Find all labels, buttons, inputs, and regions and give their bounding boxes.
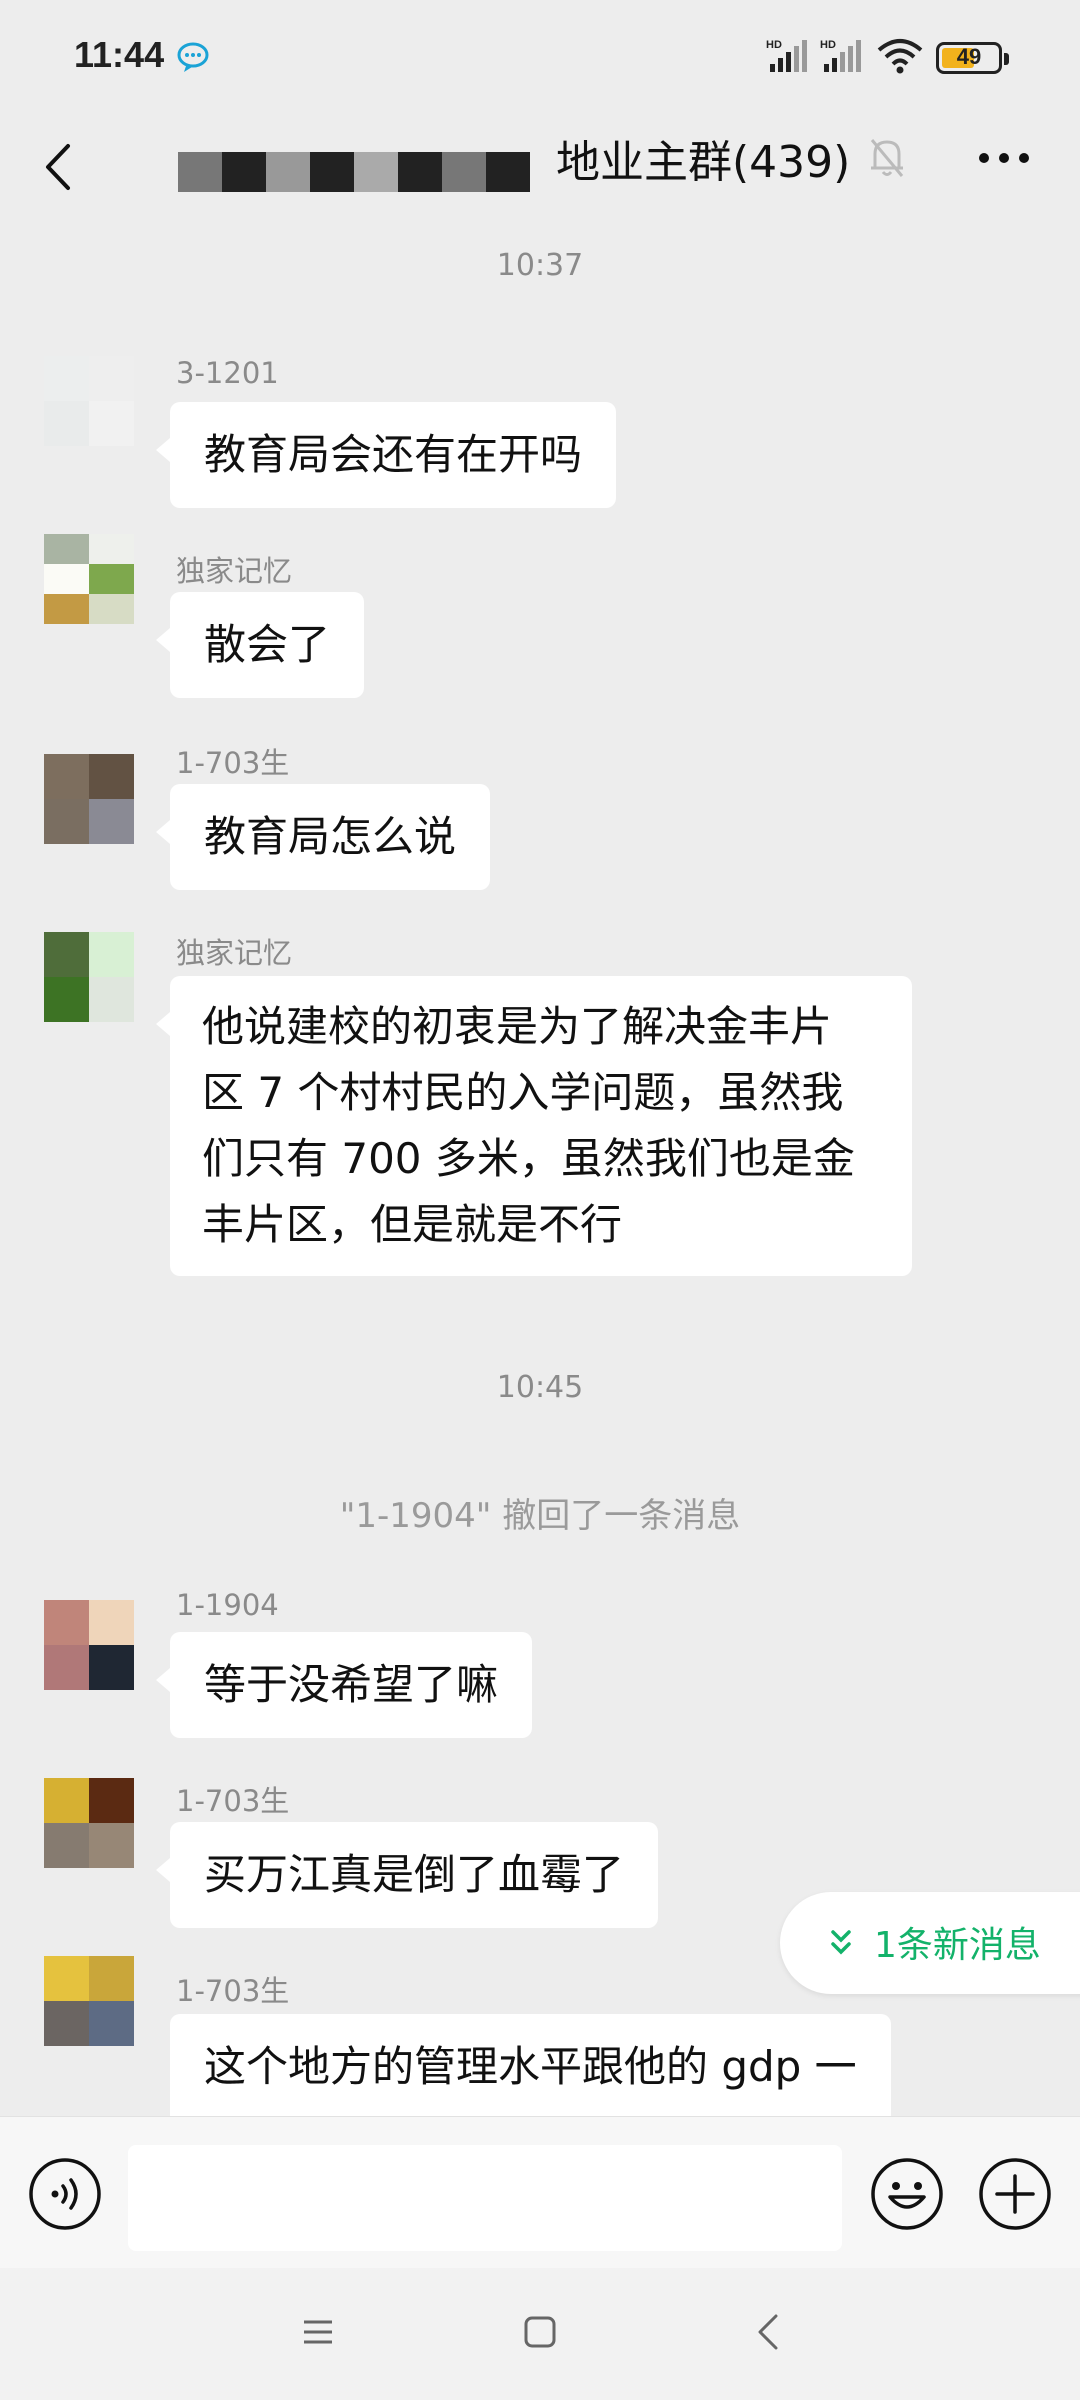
nav-back-button[interactable] bbox=[752, 2312, 788, 2352]
message-bubble[interactable]: 教育局怎么说 bbox=[155, 784, 491, 890]
avatar[interactable] bbox=[44, 754, 134, 844]
recall-notice: "1-1904" 撤回了一条消息 bbox=[339, 1496, 741, 1536]
message-bubble[interactable]: 他说建校的初衷是为了解决金丰片 区 7 个村村民的入学问题，虽然我 们只有 70… bbox=[156, 976, 912, 1276]
redacted-title-block bbox=[178, 138, 530, 196]
mute-bell-icon bbox=[870, 139, 904, 177]
home-button[interactable] bbox=[522, 2314, 558, 2350]
avatar[interactable] bbox=[44, 1956, 134, 2046]
message-line: 区 7 个村村民的入学问题，虽然我 bbox=[202, 1068, 844, 1117]
svg-text:HD: HD bbox=[820, 39, 836, 51]
sender-name: 独家记忆 bbox=[176, 554, 293, 588]
sender-name: 1-1904 bbox=[176, 1588, 279, 1622]
message-input[interactable] bbox=[128, 2145, 842, 2251]
recent-apps-button[interactable] bbox=[300, 2314, 336, 2350]
sender-name: 独家记忆 bbox=[176, 936, 293, 970]
battery-level: 49 bbox=[956, 44, 982, 69]
message-bubble[interactable]: 教育局会还有在开吗 bbox=[155, 402, 617, 508]
timestamp: 10:45 bbox=[496, 1370, 584, 1405]
message-bubble[interactable]: 等于没希望了嘛 bbox=[155, 1632, 533, 1738]
avatar[interactable] bbox=[44, 534, 134, 624]
signal-icon-2: HD bbox=[820, 39, 861, 72]
chat-notification-icon bbox=[177, 42, 209, 72]
sender-name: 1-703生 bbox=[176, 746, 290, 780]
signal-icon: HD bbox=[766, 39, 807, 72]
new-message-pill[interactable]: 1条新消息 bbox=[780, 1892, 1080, 1994]
chat-title: 地业主群(439) bbox=[556, 137, 851, 188]
avatar[interactable] bbox=[44, 1600, 134, 1690]
add-attachment-button[interactable] bbox=[978, 2157, 1052, 2231]
new-message-label: 1条新消息 bbox=[874, 1925, 1041, 1966]
avatar[interactable] bbox=[44, 1778, 134, 1868]
message-line: 们只有 700 多米，虽然我们也是金 bbox=[202, 1134, 855, 1183]
timestamp: 10:37 bbox=[496, 248, 584, 283]
chat-header: 地业主群(439) bbox=[0, 118, 1080, 218]
input-bar bbox=[0, 2116, 1080, 2268]
status-time: 11:44 bbox=[74, 34, 165, 75]
message-line: 丰片区，但是就是不行 bbox=[202, 1200, 623, 1249]
avatar[interactable] bbox=[44, 356, 134, 446]
double-chevron-down-icon bbox=[831, 1930, 851, 1955]
more-options-button[interactable] bbox=[976, 148, 1032, 168]
voice-input-button[interactable] bbox=[28, 2157, 102, 2231]
system-nav-bar bbox=[0, 2268, 1080, 2400]
svg-text:HD: HD bbox=[766, 39, 782, 51]
sender-name: 1-703生 bbox=[176, 1784, 290, 1818]
back-button[interactable] bbox=[38, 132, 98, 202]
status-bar: 11:44 HD HD 49 bbox=[0, 0, 1080, 118]
message-bubble[interactable]: 这个地方的管理水平跟他的 gdp 一 bbox=[170, 2014, 891, 2116]
message-bubble[interactable]: 散会了 bbox=[155, 592, 365, 698]
sender-name: 3-1201 bbox=[176, 356, 279, 390]
message-line: 他说建校的初衷是为了解决金丰片 bbox=[202, 1002, 833, 1051]
emoji-button[interactable] bbox=[870, 2157, 944, 2231]
message-bubble[interactable]: 买万江真是倒了血霉了 bbox=[155, 1822, 659, 1928]
avatar[interactable] bbox=[44, 932, 134, 1022]
wifi-icon bbox=[877, 39, 923, 74]
sender-name: 1-703生 bbox=[176, 1974, 290, 2008]
battery-icon: 49 bbox=[936, 42, 1009, 74]
